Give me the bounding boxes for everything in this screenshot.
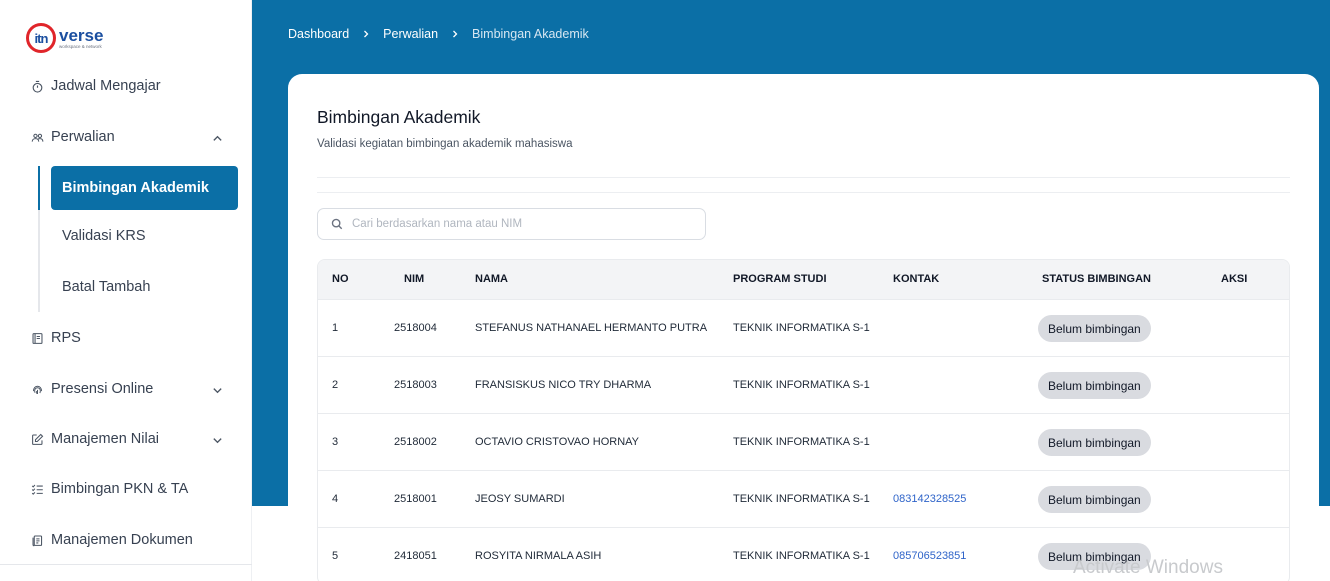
logo-mark: itn [26,23,56,53]
table-header: NO NIM NAMA PROGRAM STUDI KONTAK STATUS … [318,260,1289,299]
column-header-status-bimbingan: STATUS BIMBINGAN [1042,273,1151,285]
submenu-active-indicator [38,166,40,210]
sidebar-item-label: Jadwal Mengajar [51,78,161,94]
divider [317,177,1290,178]
stopwatch-icon [30,79,44,93]
sidebar-item-label: Perwalian [51,129,115,145]
cell-no: 3 [332,436,339,448]
fingerprint-icon [30,382,44,396]
cell-no: 1 [332,322,339,334]
logo-tagline: workspace & network [59,43,102,49]
cell-nama: OCTAVIO CRISTOVAO HORNAY [475,436,640,448]
sidebar-item-label: Manajemen Nilai [51,431,159,447]
sidebar-item-rps[interactable]: RPS [0,323,252,353]
breadcrumb: Dashboard Perwalian Bimbingan Akademik [288,27,589,41]
sidebar-item-manajemen-dokumen[interactable]: Manajemen Dokumen [0,525,252,555]
sidebar-divider [0,564,252,565]
search-input[interactable] [352,218,692,230]
cell-nim: 2518001 [394,493,437,505]
search-icon [331,218,343,230]
cell-kontak[interactable]: 085706523851 [893,550,966,562]
cell-no: 2 [332,379,339,391]
search-box[interactable] [317,208,706,240]
breadcrumb-current: Bimbingan Akademik [472,27,589,41]
sidebar: itn verse workspace & network Jadwal Men… [0,0,252,581]
users-icon [30,130,44,144]
sidebar-item-presensi-online[interactable]: Presensi Online [0,374,252,404]
cell-nim: 2418051 [394,550,437,562]
cell-no: 4 [332,493,339,505]
page-subtitle: Validasi kegiatan bimbingan akademik mah… [317,138,573,150]
status-badge: Belum bimbingan [1038,429,1151,456]
cell-nama: FRANSISKUS NICO TRY DHARMA [475,379,652,391]
cell-program-studi: TEKNIK INFORMATIKA S-1 [733,322,870,334]
cell-program-studi: TEKNIK INFORMATIKA S-1 [733,493,870,505]
sidebar-item-label: Presensi Online [51,381,154,397]
status-badge: Belum bimbingan [1038,372,1151,399]
cell-program-studi: TEKNIK INFORMATIKA S-1 [733,550,870,562]
cell-program-studi: TEKNIK INFORMATIKA S-1 [733,436,870,448]
status-badge: Belum bimbingan [1038,486,1151,513]
breadcrumb-perwalian[interactable]: Perwalian [383,27,438,41]
column-header-program-studi: PROGRAM STUDI [733,273,827,285]
sidebar-item-label: Bimbingan PKN & TA [51,481,189,497]
logo-word: verse [59,25,104,45]
documents-icon [30,533,44,547]
column-header-nim: NIM [404,273,425,285]
divider [317,192,1290,193]
cell-nama: JEOSY SUMARDI [475,493,565,505]
column-header-nama: NAMA [475,273,508,285]
page-title: Bimbingan Akademik [317,107,481,127]
chevron-down-icon [212,434,222,444]
chevron-up-icon [212,132,222,142]
app-logo[interactable]: itn verse workspace & network [26,22,103,54]
sidebar-subitem-validasi-krs[interactable]: Validasi KRS [51,214,238,258]
cell-nim: 2518002 [394,436,437,448]
cell-nim: 2518003 [394,379,437,391]
cell-nama: STEFANUS NATHANAEL HERMANTO PUTRA [475,322,708,334]
edit-icon [30,432,44,446]
table-row[interactable]: 1 2518004 STEFANUS NATHANAEL HERMANTO PU… [318,299,1289,356]
sidebar-item-label: Manajemen Dokumen [51,532,193,548]
sidebar-item-bimbingan-pkn-ta[interactable]: Bimbingan PKN & TA [0,474,252,504]
cell-kontak[interactable]: 083142328525 [893,493,966,505]
column-header-no: NO [332,273,349,285]
table-row[interactable]: 3 2518002 OCTAVIO CRISTOVAO HORNAY TEKNI… [318,413,1289,470]
sidebar-item-manajemen-nilai[interactable]: Manajemen Nilai [0,424,252,454]
sidebar-item-label: RPS [51,330,81,346]
cell-program-studi: TEKNIK INFORMATIKA S-1 [733,379,870,391]
sidebar-subitem-batal-tambah[interactable]: Batal Tambah [51,265,238,309]
table-row[interactable]: 2 2518003 FRANSISKUS NICO TRY DHARMA TEK… [318,356,1289,413]
checklist-icon [30,482,44,496]
sidebar-subitem-bimbingan-akademik[interactable]: Bimbingan Akademik [51,166,238,210]
chevron-down-icon [212,384,222,394]
column-header-aksi: AKSI [1221,273,1248,285]
chevron-right-icon [362,30,370,38]
column-header-kontak: KONTAK [893,273,940,285]
chevron-right-icon [451,30,459,38]
cell-nama: ROSYITA NIRMALA ASIH [475,550,602,562]
content-card: Bimbingan Akademik Validasi kegiatan bim… [288,74,1319,581]
os-activation-watermark: Activate Windows [1073,557,1223,578]
students-table: NO NIM NAMA PROGRAM STUDI KONTAK STATUS … [317,259,1290,581]
cell-nim: 2518004 [394,322,437,334]
breadcrumb-dashboard[interactable]: Dashboard [288,27,349,41]
sidebar-item-jadwal-mengajar[interactable]: Jadwal Mengajar [0,71,252,101]
sidebar-item-perwalian[interactable]: Perwalian [0,122,252,152]
book-icon [30,331,44,345]
cell-no: 5 [332,550,339,562]
status-badge: Belum bimbingan [1038,315,1151,342]
table-row[interactable]: 4 2518001 JEOSY SUMARDI TEKNIK INFORMATI… [318,470,1289,527]
